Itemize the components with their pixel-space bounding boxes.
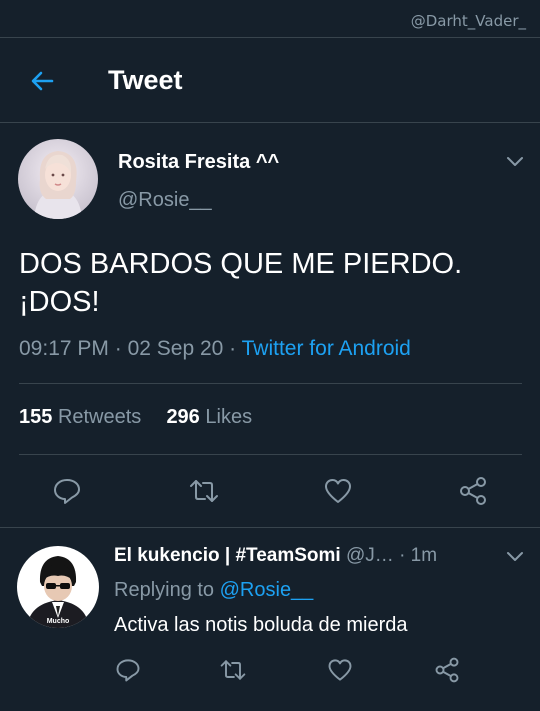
divider [19, 454, 522, 455]
retweets-count: 155 [19, 406, 53, 428]
retweets-stat[interactable]: 155 Retweets [19, 406, 141, 428]
reply-header: El kukencio | #TeamSomi @J… · 1m [114, 545, 494, 567]
arrow-left-icon [31, 71, 54, 91]
more-options-button[interactable] [505, 155, 525, 169]
comment-icon [54, 479, 80, 504]
reply-text: Activa las notis boluda de mierda [114, 614, 408, 636]
divider [19, 383, 522, 384]
author-handle[interactable]: @Rosie__ [118, 189, 212, 212]
reply-retweet-button[interactable] [219, 656, 247, 684]
reply-share-button[interactable] [433, 656, 461, 684]
tweet-meta: 09:17 PM · 02 Sep 20 · Twitter for Andro… [19, 337, 411, 361]
share-icon [460, 477, 486, 505]
reply-author-name[interactable]: El kukencio | #TeamSomi [114, 545, 341, 566]
tweet-text-line: DOS BARDOS QUE ME PIERDO. [19, 248, 463, 280]
replying-to-mention[interactable]: @Rosie__ [220, 579, 314, 601]
reply-reply-button[interactable] [114, 656, 142, 684]
meta-separator: · [223, 337, 242, 360]
top-bar: Tweet [0, 38, 540, 122]
retweet-button[interactable] [188, 475, 220, 507]
avatar[interactable] [18, 139, 98, 219]
likes-label: Likes [205, 406, 253, 428]
avatar-image [18, 139, 98, 219]
retweets-label: Retweets [57, 406, 142, 428]
reply-button[interactable] [51, 475, 83, 507]
tweet-text: DOS BARDOS QUE ME PIERDO. ¡DOS! [19, 245, 519, 321]
share-icon [435, 657, 459, 683]
tweet-text-line: ¡DOS! [19, 286, 100, 318]
like-button[interactable] [322, 475, 354, 507]
reply-author-handle[interactable]: @J… [346, 545, 394, 566]
replying-prefix: Replying to [114, 579, 220, 601]
header-divider [0, 122, 540, 123]
avatar-caption: Mucho [47, 618, 70, 625]
heart-icon [325, 479, 351, 503]
replying-to: Replying to @Rosie__ [114, 579, 313, 602]
reply-more-options-button[interactable] [505, 550, 525, 564]
tweet-divider [0, 527, 540, 528]
heart-icon [328, 659, 352, 681]
likes-count: 296 [166, 406, 200, 428]
tweet-date: 02 Sep 20 [127, 337, 224, 360]
reply-like-button[interactable] [326, 656, 354, 684]
share-button[interactable] [457, 475, 489, 507]
likes-stat[interactable]: 296 Likes [166, 406, 252, 428]
author-name[interactable]: Rosita Fresita ^^ [118, 151, 279, 174]
reply-avatar-image: Mucho [17, 546, 99, 628]
retweet-icon [190, 480, 218, 502]
chevron-down-icon [507, 157, 523, 166]
tweet-source-link[interactable]: Twitter for Android [242, 337, 411, 360]
retweet-icon [220, 660, 246, 680]
reply-time: · 1m [399, 545, 438, 566]
meta-separator: · [108, 337, 128, 360]
watermark: @Darht_Vader_ [410, 12, 526, 30]
reply-avatar[interactable]: Mucho [17, 546, 99, 628]
comment-icon [116, 659, 140, 682]
back-button[interactable] [26, 65, 58, 97]
page-title: Tweet [108, 65, 183, 95]
chevron-down-icon [507, 552, 523, 561]
tweet-stats: 155 Retweets 296 Likes [19, 406, 252, 429]
tweet-time: 09:17 PM [19, 337, 109, 360]
